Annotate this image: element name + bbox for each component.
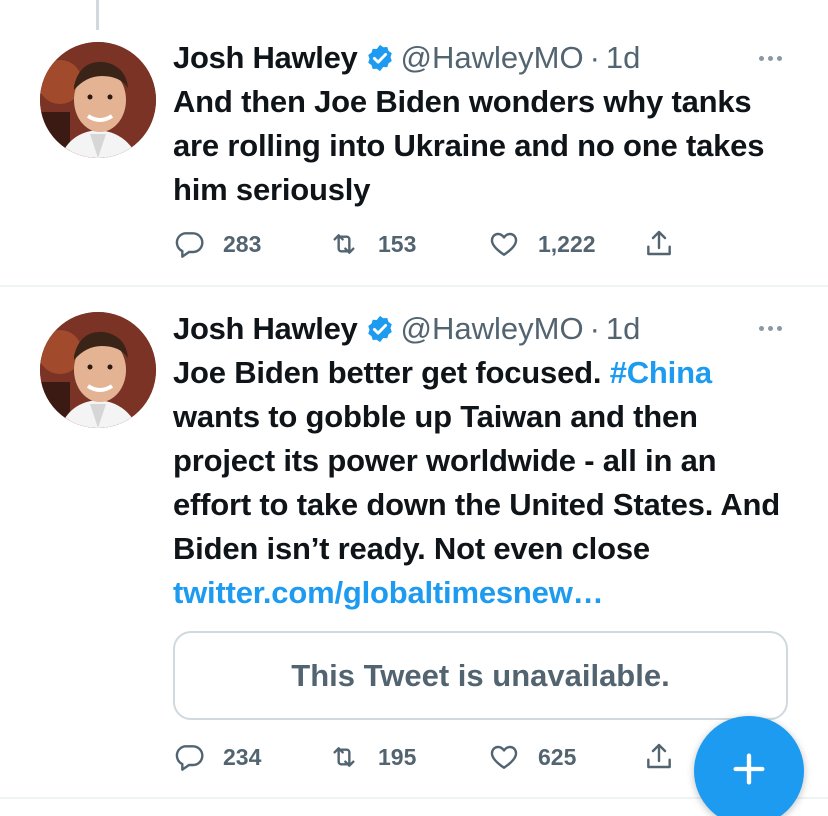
tweet-actions: 283 153 1,222 — [173, 224, 693, 264]
tweet[interactable]: Josh Hawley @HawleyMO · 1d And then Joe … — [0, 0, 828, 287]
like-count: 625 — [538, 743, 577, 770]
quoted-tweet-unavailable-text: This Tweet is unavailable. — [291, 657, 670, 693]
tweet[interactable]: Josh Hawley @HawleyMO · 1d Joe Biden bet… — [0, 289, 828, 799]
tweet-text-start: Joe Biden better get focused. — [173, 355, 610, 390]
reply-icon — [173, 741, 205, 773]
avatar[interactable] — [40, 42, 156, 158]
retweet-button[interactable]: 195 — [328, 737, 416, 777]
url-link[interactable]: twitter.com/globaltimesnew… — [173, 575, 604, 610]
retweet-button[interactable]: 153 — [328, 224, 416, 264]
tweet-text: Joe Biden better get focused. #China wan… — [173, 351, 793, 615]
compose-tweet-button[interactable] — [694, 716, 804, 816]
share-button[interactable] — [643, 224, 675, 264]
retweet-icon — [328, 228, 360, 260]
verified-badge-icon — [365, 314, 395, 344]
heart-icon — [488, 741, 520, 773]
tweet-header: Josh Hawley @HawleyMO · 1d — [173, 309, 640, 349]
verified-badge-icon — [365, 43, 395, 73]
like-button[interactable]: 625 — [488, 737, 576, 777]
tweet-header: Josh Hawley @HawleyMO · 1d — [173, 38, 640, 78]
share-icon — [643, 228, 675, 260]
tweet-text-rest: wants to gobble up Taiwan and then proje… — [173, 399, 781, 566]
heart-icon — [488, 228, 520, 260]
more-icon[interactable] — [759, 56, 782, 61]
share-icon — [643, 741, 675, 773]
author-handle[interactable]: @HawleyMO — [401, 40, 584, 76]
quoted-tweet-card[interactable]: This Tweet is unavailable. — [173, 631, 788, 720]
retweet-count: 153 — [378, 230, 417, 257]
reply-button[interactable]: 283 — [173, 224, 261, 264]
like-button[interactable]: 1,222 — [488, 224, 596, 264]
retweet-icon — [328, 741, 360, 773]
tweet-actions: 234 195 625 — [173, 737, 693, 777]
hashtag-link[interactable]: #China — [610, 355, 712, 390]
author-name[interactable]: Josh Hawley — [173, 311, 358, 347]
tweet-text: And then Joe Biden wonders why tanks are… — [173, 84, 765, 207]
retweet-count: 195 — [378, 743, 417, 770]
tweet-timestamp[interactable]: 1d — [606, 40, 640, 76]
reply-count: 283 — [223, 230, 262, 257]
like-count: 1,222 — [538, 230, 596, 257]
plus-icon — [729, 749, 769, 794]
author-handle[interactable]: @HawleyMO — [401, 311, 584, 347]
reply-button[interactable]: 234 — [173, 737, 261, 777]
author-name[interactable]: Josh Hawley — [173, 40, 358, 76]
header-separator: · — [589, 311, 600, 346]
more-icon[interactable] — [759, 326, 782, 331]
tweet-timestamp[interactable]: 1d — [606, 311, 640, 347]
reply-icon — [173, 228, 205, 260]
avatar[interactable] — [40, 312, 156, 428]
share-button[interactable] — [643, 737, 675, 777]
reply-count: 234 — [223, 743, 262, 770]
header-separator: · — [589, 40, 600, 75]
